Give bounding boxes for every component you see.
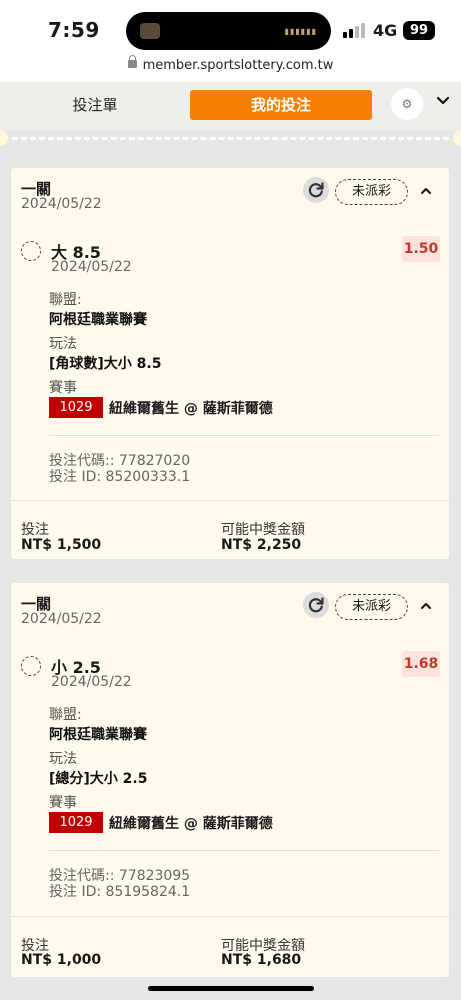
signal-icon bbox=[343, 23, 365, 38]
chevron-up-icon[interactable] bbox=[419, 184, 433, 198]
media-thumbnail bbox=[140, 23, 160, 39]
pending-icon bbox=[21, 241, 41, 261]
market-label: 玩法 bbox=[49, 751, 77, 767]
payout-label: 可能中獎金額 bbox=[221, 522, 305, 538]
chevron-up-icon[interactable] bbox=[419, 599, 433, 613]
tab-my-bets[interactable]: 我的投注 bbox=[190, 90, 372, 120]
stake-value: NT$ 1,000 bbox=[21, 952, 102, 968]
status-badge: 未派彩 bbox=[335, 594, 408, 620]
event-label: 賽事 bbox=[49, 795, 77, 811]
event-name: 紐維爾舊生 @ 薩斯菲爾德 bbox=[109, 401, 273, 417]
home-indicator[interactable] bbox=[148, 986, 314, 991]
tab-bar: 投注單 我的投注 ⚙ bbox=[0, 82, 461, 130]
payout-value: NT$ 1,680 bbox=[221, 952, 302, 968]
event-number-badge: 1029 bbox=[49, 812, 103, 833]
odds-badge: 1.68 bbox=[402, 651, 440, 677]
event-name: 紐維爾舊生 @ 薩斯菲爾德 bbox=[109, 816, 273, 832]
status-badge: 未派彩 bbox=[335, 179, 408, 205]
audio-wave-icon: ▮▮▮▮▮▮ bbox=[284, 27, 317, 36]
ticket-divider bbox=[0, 130, 461, 148]
market-label: 玩法 bbox=[49, 336, 77, 352]
market-value: [角球數]大小 8.5 bbox=[49, 356, 162, 372]
status-bar: 7:59 ▮▮▮▮▮▮ 4G 99 bbox=[0, 0, 461, 58]
selection-date: 2024/05/22 bbox=[51, 259, 132, 275]
clock: 7:59 bbox=[48, 18, 100, 42]
stake-label: 投注 bbox=[21, 522, 49, 538]
market-value: [總分]大小 2.5 bbox=[49, 771, 148, 787]
dynamic-island: ▮▮▮▮▮▮ bbox=[126, 12, 331, 50]
stake-value: NT$ 1,500 bbox=[21, 537, 102, 553]
battery-icon: 99 bbox=[403, 21, 435, 40]
bet-id: 投注 ID: 85200333.1 bbox=[49, 469, 191, 485]
selection-date: 2024/05/22 bbox=[51, 674, 132, 690]
tab-bet-slip[interactable]: 投注單 bbox=[40, 90, 150, 120]
event-number-badge: 1029 bbox=[49, 397, 103, 418]
bet-date: 2024/05/22 bbox=[21, 611, 102, 627]
lock-icon bbox=[127, 55, 137, 68]
league-label: 聯盟: bbox=[49, 707, 82, 723]
bet-id: 投注 ID: 85195824.1 bbox=[49, 884, 191, 900]
bet-date: 2024/05/22 bbox=[21, 196, 102, 212]
pending-icon bbox=[21, 656, 41, 676]
league-value: 阿根廷職業聯賽 bbox=[49, 312, 147, 328]
league-value: 阿根廷職業聯賽 bbox=[49, 727, 147, 743]
network-type: 4G bbox=[373, 21, 398, 40]
settings-gear-icon[interactable]: ⚙ bbox=[391, 88, 423, 120]
odds-badge: 1.50 bbox=[402, 236, 440, 262]
refresh-icon[interactable] bbox=[303, 177, 329, 203]
url-bar[interactable]: member.sportslottery.com.tw bbox=[0, 55, 461, 82]
refresh-icon[interactable] bbox=[303, 592, 329, 618]
event-label: 賽事 bbox=[49, 380, 77, 396]
bet-card: 一關 2024/05/22 未派彩 大 8.5 2024/05/22 1.50 … bbox=[11, 168, 449, 559]
url-text: member.sportslottery.com.tw bbox=[142, 58, 334, 73]
league-label: 聯盟: bbox=[49, 292, 82, 308]
payout-value: NT$ 2,250 bbox=[221, 537, 302, 553]
chevron-down-icon[interactable] bbox=[436, 94, 450, 108]
bet-card: 一關 2024/05/22 未派彩 小 2.5 2024/05/22 1.68 … bbox=[11, 583, 449, 977]
